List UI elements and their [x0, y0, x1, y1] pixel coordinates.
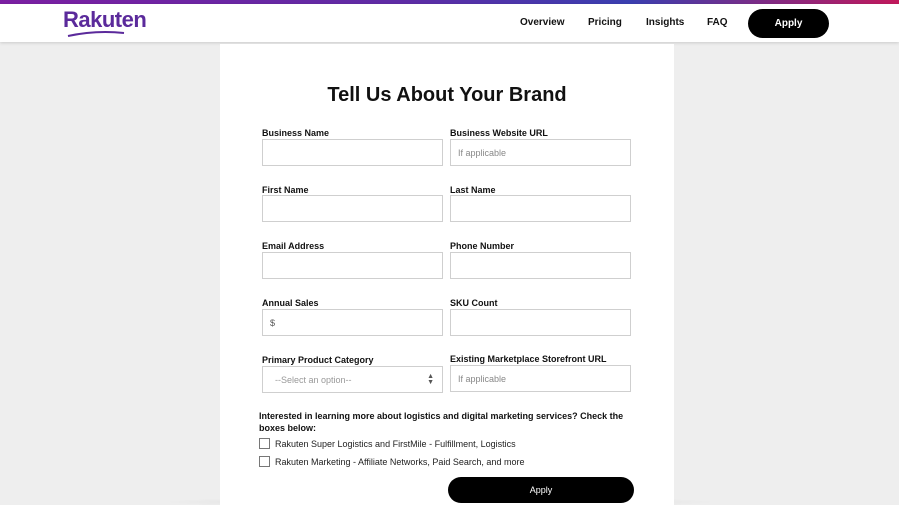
business-name-label: Business Name: [262, 128, 330, 138]
logistics-checkbox-row[interactable]: Rakuten Super Logistics and FirstMile - …: [259, 438, 516, 449]
marketplace-url-placeholder: If applicable: [458, 373, 507, 384]
form-apply-button[interactable]: Apply: [448, 477, 634, 503]
business-website-field[interactable]: If applicable: [450, 139, 631, 166]
logistics-checkbox[interactable]: [259, 438, 270, 449]
sku-count-label: SKU Count: [450, 298, 498, 308]
marketing-checkbox-row[interactable]: Rakuten Marketing - Affiliate Networks, …: [259, 456, 524, 467]
marketing-checkbox-label: Rakuten Marketing - Affiliate Networks, …: [275, 456, 525, 467]
sku-count-field[interactable]: [450, 309, 631, 336]
marketplace-url-label: Existing Marketplace Storefront URL: [450, 354, 607, 364]
annual-sales-label: Annual Sales: [262, 298, 319, 308]
form-title: Tell Us About Your Brand: [327, 84, 567, 106]
business-website-placeholder: If applicable: [458, 147, 507, 158]
last-name-label: Last Name: [450, 185, 496, 195]
rakuten-logo[interactable]: Rakuten: [63, 7, 147, 33]
business-name-field[interactable]: [262, 139, 443, 166]
select-arrows-icon: ▲ ▼: [427, 373, 434, 386]
first-name-label: First Name: [262, 185, 309, 195]
phone-field[interactable]: [450, 252, 631, 279]
logistics-checkbox-label: Rakuten Super Logistics and FirstMile - …: [275, 438, 516, 449]
nav-insights[interactable]: Insights: [646, 17, 684, 28]
annual-sales-field[interactable]: $: [262, 309, 443, 336]
logo-swoosh-icon: [67, 31, 125, 37]
nav-overview[interactable]: Overview: [520, 17, 564, 28]
nav-pricing[interactable]: Pricing: [588, 17, 622, 28]
first-name-field[interactable]: [262, 195, 443, 222]
services-question: Interested in learning more about logist…: [259, 411, 624, 433]
business-website-label: Business Website URL: [450, 128, 548, 138]
marketplace-url-field[interactable]: If applicable: [450, 365, 631, 392]
nav-faq[interactable]: FAQ: [707, 17, 728, 28]
header-apply-button[interactable]: Apply: [748, 9, 829, 38]
primary-category-select[interactable]: --Select an option-- ▲ ▼: [262, 366, 443, 393]
last-name-field[interactable]: [450, 195, 631, 222]
primary-category-label: Primary Product Category: [262, 355, 374, 365]
email-label: Email Address: [262, 241, 325, 251]
email-field[interactable]: [262, 252, 443, 279]
marketing-checkbox[interactable]: [259, 456, 270, 467]
primary-category-value: --Select an option--: [275, 374, 352, 385]
phone-label: Phone Number: [450, 241, 515, 251]
site-header: Rakuten Overview Pricing Insights FAQ Ap…: [0, 4, 899, 42]
annual-sales-placeholder: $: [270, 317, 276, 328]
